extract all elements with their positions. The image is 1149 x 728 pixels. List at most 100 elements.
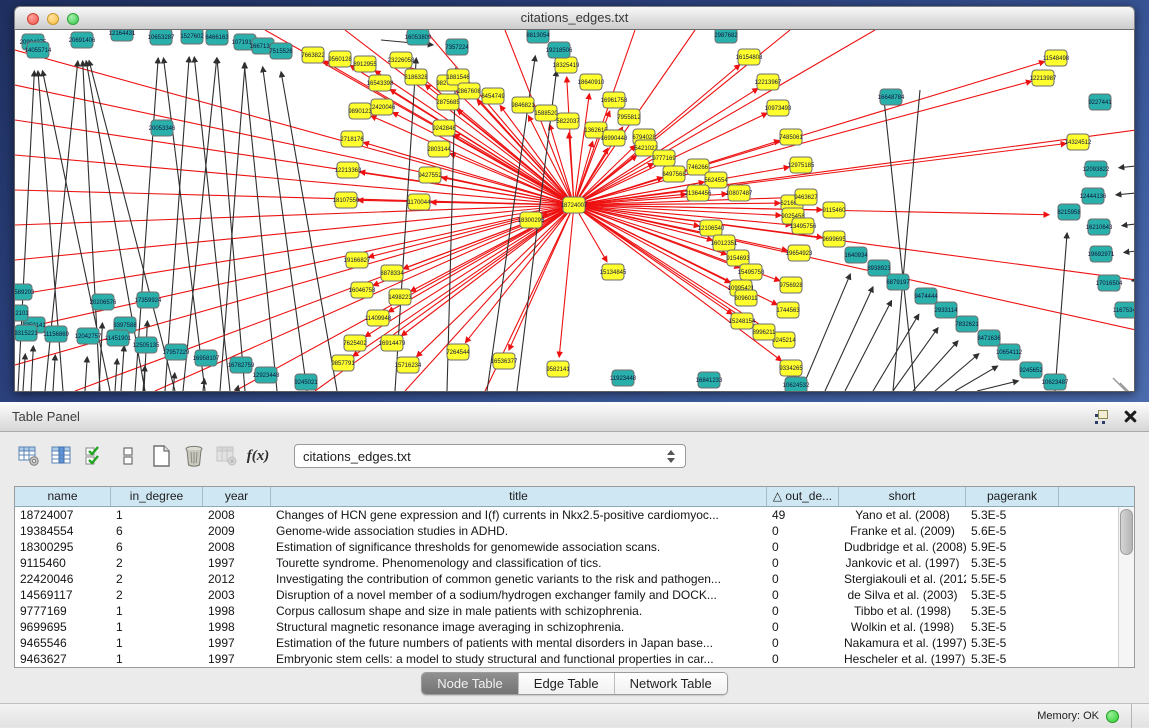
select-columns-icon[interactable] — [49, 443, 75, 469]
table-row[interactable]: 1938455462009Genome-wide association stu… — [15, 523, 1118, 539]
column-header-year[interactable]: year — [203, 487, 271, 506]
tab-node-table[interactable]: Node Table — [422, 673, 518, 694]
table-row[interactable]: 1830029562008Estimation of significance … — [15, 539, 1118, 555]
graph-node-label: 9427552 — [418, 173, 442, 179]
column-header-pagerank[interactable]: pagerank — [966, 487, 1059, 506]
table-cell: 6 — [111, 523, 203, 539]
graph-edge — [15, 50, 574, 205]
zoom-window-button[interactable] — [67, 13, 79, 25]
graph-node-label: 19654923 — [786, 251, 813, 257]
table-cell: Structural magnetic resonance image aver… — [271, 619, 767, 635]
table-row[interactable]: 911546021997Tourette syndrome. Phenomeno… — [15, 555, 1118, 571]
graph-node-label: 9315221 — [15, 331, 38, 337]
graph-edge — [15, 205, 574, 260]
graph-node-label: 12923448 — [253, 373, 280, 379]
graph-node-label: 2867608 — [457, 89, 481, 95]
table-vertical-scrollbar[interactable] — [1118, 507, 1134, 667]
merge-rows-icon[interactable] — [115, 443, 141, 469]
graph-node-label: 8096011 — [735, 296, 759, 302]
graph-edge — [559, 205, 574, 357]
table-cell: 22420046 — [15, 571, 111, 587]
scrollbar-thumb[interactable] — [1120, 509, 1133, 555]
table-cell: 1 — [111, 635, 203, 651]
network-canvas[interactable]: 2322605881863289827508188154628676088454… — [14, 30, 1135, 392]
graph-edge — [825, 287, 873, 391]
graph-node-label: 9857791 — [331, 361, 355, 367]
graph-node-label: 16990448 — [601, 136, 628, 142]
table-select-dropdown[interactable]: citations_edges.txt — [294, 444, 686, 468]
graph-edge — [144, 321, 147, 391]
graph-node-label: 20206576 — [90, 300, 117, 306]
graph-node-label: 2718176 — [340, 137, 364, 143]
graph-edge — [163, 58, 205, 391]
column-header-out_de...[interactable]: △ out_de... — [767, 487, 839, 506]
graph-node-label: 8813054 — [526, 33, 550, 39]
function-icon[interactable]: f(x) — [247, 443, 273, 469]
graph-node-label: 9582141 — [546, 367, 570, 373]
graph-node-label: 14324512 — [1065, 140, 1092, 146]
table-cell: 5.3E-5 — [966, 555, 1059, 571]
graph-edge — [574, 94, 589, 205]
graph-node-label: 9756928 — [779, 283, 803, 289]
graph-node-label: 15134845 — [600, 270, 627, 276]
delete-icon[interactable] — [181, 443, 207, 469]
graph-node-label: 8912955 — [353, 62, 377, 68]
graph-edge — [1119, 166, 1135, 168]
column-header-in_degree[interactable]: in_degree — [111, 487, 203, 506]
graph-node-label: 1170044 — [408, 200, 432, 206]
window-resize-grip[interactable] — [1113, 378, 1132, 392]
table-row[interactable]: 1872400712008Changes of HCN gene express… — [15, 507, 1118, 523]
graph-node-label: 10654112 — [996, 350, 1023, 356]
new-document-icon[interactable] — [148, 443, 174, 469]
graph-node-label: 16589203 — [15, 290, 35, 296]
minimize-window-button[interactable] — [47, 13, 59, 25]
row-checks-icon[interactable] — [82, 443, 108, 469]
graph-node-label: 18107550 — [333, 198, 360, 204]
table-panel: Table Panel f(x) citations_edges.tx — [0, 402, 1149, 727]
graph-node-label: 2987682 — [714, 33, 738, 39]
graph-node-label: 12093822 — [1083, 167, 1110, 173]
column-header-name[interactable]: name — [15, 487, 111, 506]
graph-node-label: 9227441 — [1088, 100, 1112, 106]
table-row[interactable]: 2242004622012Investigating the contribut… — [15, 571, 1118, 587]
graph-node-label: 2933114 — [935, 308, 959, 314]
tab-network-table[interactable]: Network Table — [614, 673, 727, 694]
network-canvas-svg[interactable]: 2322605881863289827508188154628676088454… — [15, 30, 1135, 392]
dropdown-stepper-icon — [667, 450, 677, 463]
table-row[interactable]: 946362711997Embryonic stem cells: a mode… — [15, 651, 1118, 667]
graph-node-label: 11675345 — [1113, 308, 1135, 314]
graph-node-label: 5624554 — [704, 178, 728, 184]
float-panel-icon[interactable] — [1095, 410, 1110, 424]
graph-node-label: 10623487 — [1042, 380, 1069, 386]
table-cell: 1997 — [203, 555, 271, 571]
graph-edge — [893, 90, 920, 391]
table-cell — [1059, 523, 1118, 539]
graph-node-label: 16782759 — [228, 363, 255, 369]
close-window-button[interactable] — [27, 13, 39, 25]
table-row[interactable]: 1456911722003Disruption of a novel membe… — [15, 587, 1118, 603]
table-cell: 2009 — [203, 523, 271, 539]
graph-node-label: 19166827 — [344, 258, 371, 264]
graph-node-label: 11923448 — [610, 376, 637, 382]
tab-edge-table[interactable]: Edge Table — [518, 673, 614, 694]
memory-status-icon[interactable] — [1106, 710, 1119, 723]
graph-node-label: 7357224 — [445, 45, 469, 51]
close-panel-icon[interactable] — [1124, 410, 1137, 423]
graph-edge — [913, 341, 958, 391]
table-row[interactable]: 946554611997Estimation of the future num… — [15, 635, 1118, 651]
table-settings-icon[interactable] — [16, 443, 42, 469]
table-row[interactable]: 977716911998Corpus callosum shape and si… — [15, 603, 1118, 619]
column-header-title[interactable]: title — [271, 487, 767, 506]
column-header-short[interactable]: short — [839, 487, 966, 506]
table-cell: Investigating the contribution of common… — [271, 571, 767, 587]
table-cell: 2003 — [203, 587, 271, 603]
graph-node-label: 16012351 — [711, 241, 738, 247]
table-cell: 0 — [767, 555, 839, 571]
column-header-filler[interactable] — [1059, 487, 1134, 506]
graph-node-label: 9699695 — [822, 237, 846, 243]
network-window-titlebar[interactable]: citations_edges.txt — [14, 6, 1135, 30]
table-row[interactable]: 969969511998Structural magnetic resonanc… — [15, 619, 1118, 635]
graph-node-label: 9560128 — [328, 57, 352, 63]
graph-node-label: 16961758 — [601, 98, 628, 104]
network-view-background: citations_edges.txt 23226058818632898275… — [0, 0, 1149, 402]
